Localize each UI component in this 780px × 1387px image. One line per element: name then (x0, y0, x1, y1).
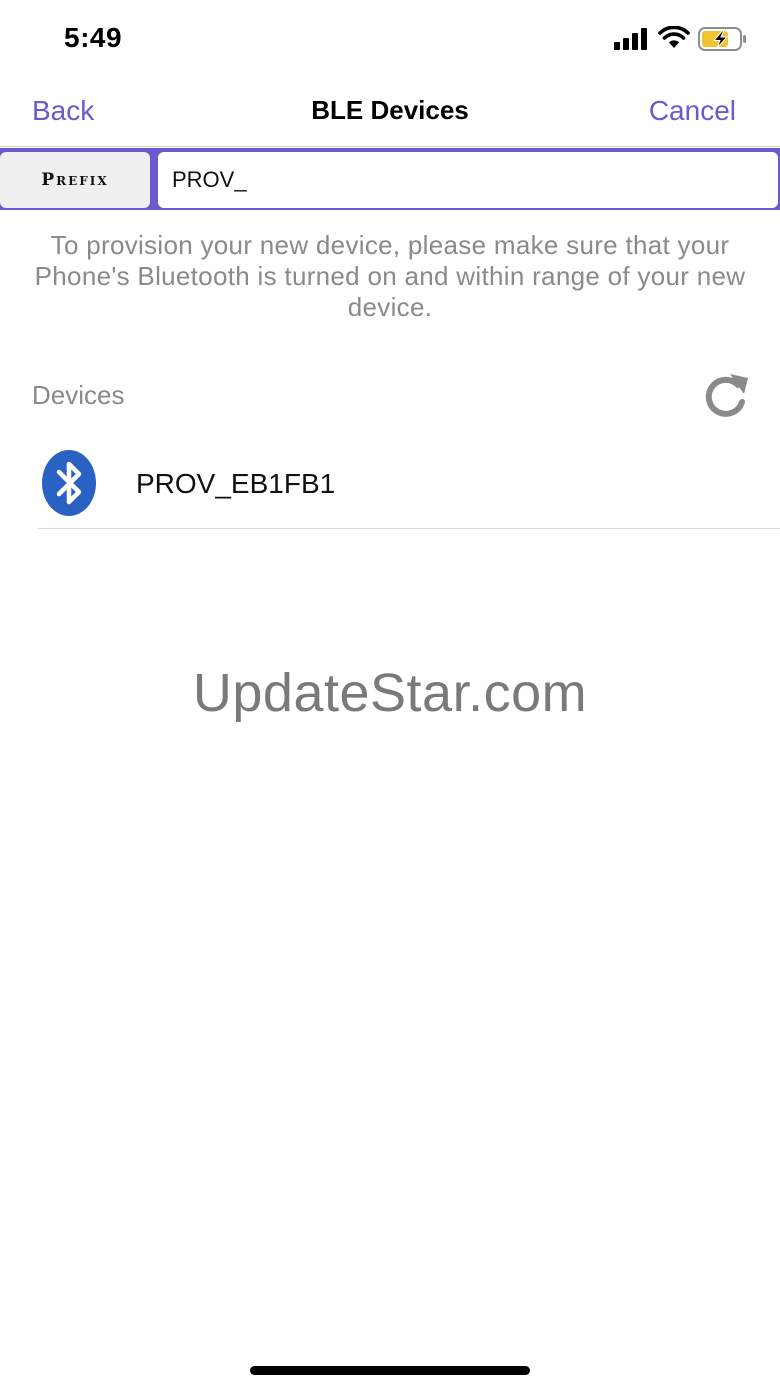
prefix-input[interactable] (158, 152, 778, 208)
home-indicator[interactable] (250, 1366, 530, 1375)
watermark: UpdateStar.com (192, 663, 588, 723)
instructions-text: To provision your new device, please mak… (34, 230, 746, 322)
device-name: PROV_EB1FB1 (136, 468, 336, 499)
status-bar: 5:49 (0, 0, 780, 80)
prefix-bar: Prefix (0, 148, 780, 210)
devices-section-label: Devices (32, 380, 125, 410)
device-list-item[interactable]: PROV_EB1FB1 (0, 444, 780, 528)
cancel-button[interactable]: Cancel (649, 95, 736, 127)
prefix-button[interactable]: Prefix (0, 152, 150, 208)
status-time: 5:49 (64, 22, 123, 53)
ble-devices-screen: 5:49 BLE Devices Back Cancel Prefix To p… (0, 0, 780, 1387)
wifi-icon (658, 26, 690, 48)
row-divider (38, 528, 780, 529)
signal-icon (614, 28, 647, 50)
bluetooth-icon (42, 450, 96, 516)
battery-charging-icon (698, 27, 746, 51)
refresh-icon[interactable] (700, 372, 752, 420)
back-button[interactable]: Back (32, 95, 94, 127)
navigation-bar: BLE Devices Back Cancel (0, 80, 780, 147)
